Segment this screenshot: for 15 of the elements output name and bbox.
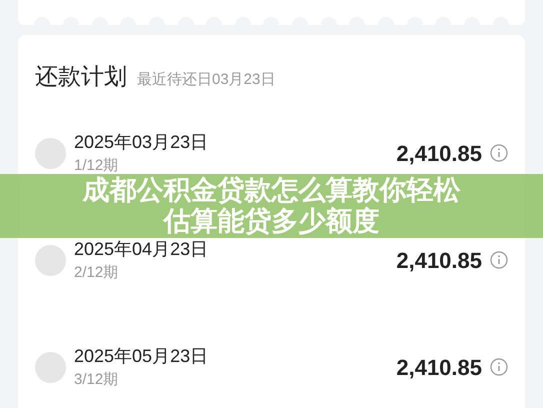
installment-term: 2/12期 — [74, 263, 120, 283]
due-date: 2025年03月23日 — [74, 131, 208, 154]
banner-title: 成都公积金贷款怎么算教你轻松估算能贷多少额度 — [81, 175, 462, 237]
due-date: 2025年05月23日 — [74, 345, 208, 368]
amount: 2,410.85 — [396, 140, 482, 168]
amount: 2,410.85 — [396, 246, 482, 274]
installment-term: 1/12期 — [74, 156, 120, 176]
info-icon[interactable] — [490, 144, 508, 162]
info-icon[interactable] — [490, 358, 508, 376]
next-due-date: 最近待还日03月23日 — [137, 70, 276, 90]
section-title: 还款计划 — [35, 62, 127, 91]
due-date: 2025年04月23日 — [74, 238, 208, 261]
info-icon[interactable] — [490, 251, 508, 269]
installment-term: 3/12期 — [74, 370, 120, 390]
amount: 2,410.85 — [396, 354, 482, 382]
